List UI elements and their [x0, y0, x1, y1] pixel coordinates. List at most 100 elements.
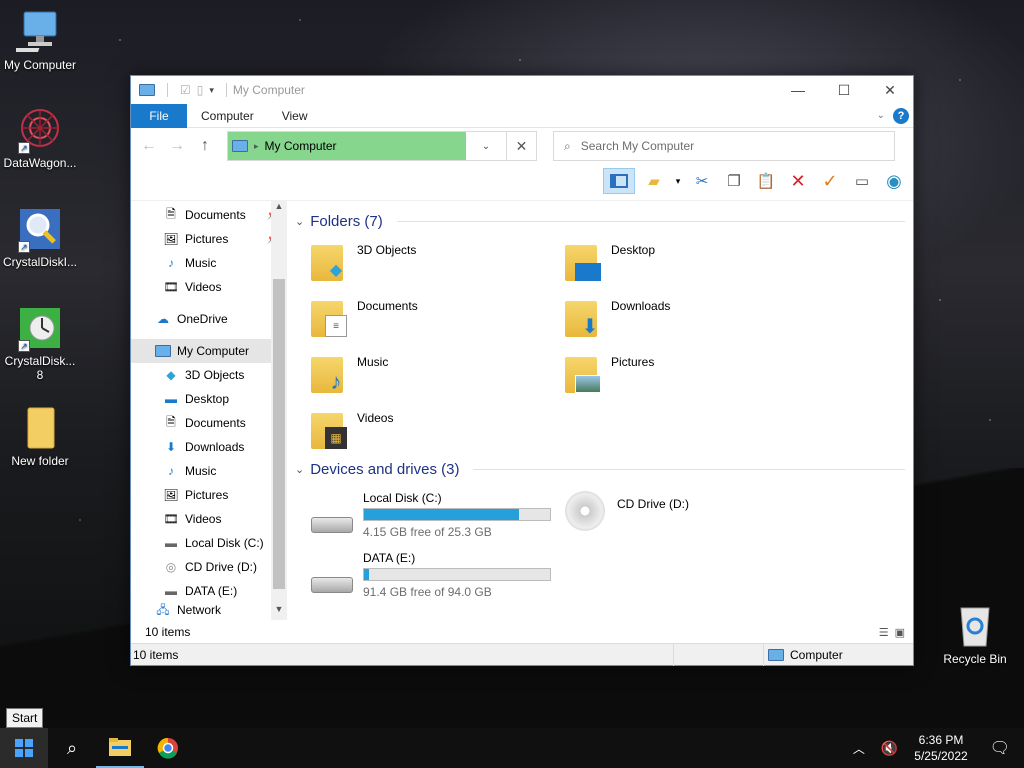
folder-pictures[interactable]: Pictures	[565, 351, 819, 399]
back-button[interactable]: ←	[137, 137, 161, 155]
desktop-icon-crystaldiskinfo[interactable]: ↗ CrystalDiskI...	[0, 205, 80, 269]
expand-ribbon-icon[interactable]: ⌄	[877, 110, 885, 121]
copy-icon[interactable]: ❐	[721, 168, 747, 194]
new-folder-icon[interactable]: ▰	[641, 168, 667, 194]
folder-3d-objects[interactable]: ◆ 3D Objects	[311, 239, 565, 287]
drive-cd-d[interactable]: CD Drive (D:)	[565, 489, 819, 539]
globe-icon[interactable]: ◉	[881, 168, 907, 194]
desktop-icon-crystaldiskmark[interactable]: ↗ CrystalDisk... 8	[0, 304, 80, 382]
nav-item-music-pinned[interactable]: ♪ Music	[131, 251, 287, 275]
cube-icon: ◆	[166, 368, 176, 382]
nav-item-pictures-pinned[interactable]: 🖼Pictures📌	[131, 227, 287, 251]
nav-item-desktop[interactable]: ▬ Desktop	[131, 387, 287, 411]
delete-icon[interactable]: ✕	[785, 168, 811, 194]
folder-videos[interactable]: ▦ Videos	[311, 407, 565, 455]
collapse-chevron-icon[interactable]: ⌄	[295, 463, 304, 476]
nav-item-cd-drive-d[interactable]: ◎ CD Drive (D:)	[131, 555, 287, 579]
desktop-icon-datawagon[interactable]: ↗ DataWagon...	[0, 106, 80, 170]
folder-downloads[interactable]: ⬇ Downloads	[565, 295, 819, 343]
folder-pictures-icon	[565, 351, 601, 395]
maximize-button[interactable]: ☐	[821, 76, 867, 104]
folder-music[interactable]: ♪ Music	[311, 351, 565, 399]
drive-local-disk-c[interactable]: Local Disk (C:) 4.15 GB free of 25.3 GB	[311, 489, 565, 539]
preview-pane-icon[interactable]	[603, 168, 635, 194]
nav-item-3d-objects[interactable]: ◆ 3D Objects	[131, 363, 287, 387]
properties-icon[interactable]: ☑	[180, 83, 191, 97]
nav-item-videos[interactable]: 🎞 Videos	[131, 507, 287, 531]
notifications-icon[interactable]: 🗨	[976, 738, 1024, 758]
network-icon: 🖧	[156, 603, 170, 615]
tab-file[interactable]: File	[131, 103, 187, 128]
nav-item-data-e[interactable]: ▬ DATA (E:)	[131, 579, 287, 603]
close-button[interactable]: ✕	[867, 76, 913, 104]
status-panel	[673, 643, 763, 666]
nav-scrollbar[interactable]: ▲ ▼	[271, 201, 287, 620]
explorer-window: ☑ ▯ ▾ My Computer — ☐ ✕ File Computer Vi…	[130, 75, 914, 666]
title-bar: ☑ ▯ ▾ My Computer — ☐ ✕	[131, 76, 913, 104]
computer-icon	[232, 140, 248, 152]
item-count: 10 items	[133, 647, 179, 662]
folder-documents[interactable]: ≡ Documents	[311, 295, 565, 343]
nav-item-downloads[interactable]: ⬇ Downloads	[131, 435, 287, 459]
videos-icon: 🎞	[163, 512, 179, 526]
customize-dropdown-icon[interactable]: ▾	[209, 85, 214, 96]
drives-group-header[interactable]: ⌄ Devices and drives (3)	[295, 457, 905, 481]
drive-data-e[interactable]: DATA (E:) 91.4 GB free of 94.0 GB	[311, 549, 565, 599]
details-view-icon[interactable]: ☰	[879, 626, 889, 639]
clear-address-icon[interactable]: ✕	[506, 132, 536, 160]
nav-item-local-disk-c[interactable]: ▬ Local Disk (C:)	[131, 531, 287, 555]
divider	[396, 220, 905, 222]
collapse-chevron-icon[interactable]: ⌄	[295, 215, 304, 228]
large-icons-view-icon[interactable]: ▣	[895, 626, 905, 639]
help-icon[interactable]: ?	[893, 107, 909, 124]
taskbar-file-explorer[interactable]	[96, 728, 144, 768]
nav-item-documents[interactable]: 🗎 Documents	[131, 411, 287, 435]
nav-item-videos-pinned[interactable]: 🎞 Videos	[131, 275, 287, 299]
minimize-button[interactable]: —	[775, 76, 821, 104]
taskbar-chrome[interactable]	[144, 728, 192, 768]
drive-name: Local Disk (C:)	[363, 491, 442, 505]
new-folder-dropdown-icon[interactable]: ▾	[673, 168, 683, 194]
check-icon[interactable]: ✓	[817, 168, 843, 194]
rename-icon[interactable]: ▭	[849, 168, 875, 194]
scroll-down-icon[interactable]: ▼	[271, 604, 287, 620]
scroll-up-icon[interactable]: ▲	[271, 201, 287, 217]
nav-item-network[interactable]: 🖧 Network	[131, 603, 287, 615]
desktop-icon-new-folder[interactable]: New folder	[0, 404, 80, 468]
address-bar[interactable]: ▸ My Computer ⌄ ✕	[227, 131, 537, 161]
nav-item-label: Pictures	[185, 232, 229, 246]
desktop-icon-recycle-bin[interactable]: Recycle Bin	[935, 602, 1015, 666]
nav-item-documents-pinned[interactable]: 🗎Documents📌	[131, 203, 287, 227]
breadcrumb[interactable]: ▸ My Computer	[228, 132, 466, 160]
scrollbar-thumb[interactable]	[273, 279, 285, 589]
paste-icon[interactable]: 📋	[753, 168, 779, 194]
folder-label: Desktop	[611, 243, 656, 257]
start-button[interactable]	[0, 728, 48, 768]
show-hidden-icons-chevron-icon[interactable]: ︿	[845, 740, 873, 757]
folder-label: 3D Objects	[357, 243, 417, 257]
nav-item-onedrive[interactable]: ☁ OneDrive	[131, 307, 287, 331]
nav-item-music[interactable]: ♪ Music	[131, 459, 287, 483]
clock[interactable]: 6:36 PM 5/25/2022	[906, 732, 975, 764]
folder-desktop[interactable]: Desktop	[565, 239, 819, 287]
system-tray: ︿ 🔇 6:36 PM 5/25/2022 🗨	[845, 728, 1024, 768]
search-button[interactable]: ⌕	[48, 728, 96, 768]
folders-group-header[interactable]: ⌄ Folders (7)	[295, 209, 905, 233]
tab-view[interactable]: View	[268, 109, 322, 123]
address-dropdown-icon[interactable]: ⌄	[466, 132, 506, 160]
nav-item-pictures[interactable]: 🖼 Pictures	[131, 483, 287, 507]
nav-item-label: Documents	[185, 416, 246, 430]
folder-downloads-icon: ⬇	[565, 295, 601, 339]
forward-button[interactable]: →	[165, 137, 189, 155]
desktop-icon-my-computer[interactable]: My Computer	[0, 8, 80, 72]
desktop-icon-label: My Computer	[3, 58, 77, 72]
separator	[167, 83, 168, 97]
tab-computer[interactable]: Computer	[187, 109, 268, 123]
search-input[interactable]: ⌕ Search My Computer	[553, 131, 895, 161]
cut-icon[interactable]: ✂	[689, 168, 715, 194]
nav-item-my-computer[interactable]: My Computer	[131, 339, 287, 363]
speaker-muted-icon[interactable]: 🔇	[873, 740, 906, 757]
crystaldiskinfo-icon: ↗	[16, 205, 64, 253]
new-folder-quick-icon[interactable]: ▯	[197, 83, 204, 97]
up-button[interactable]: ↑	[193, 137, 217, 155]
